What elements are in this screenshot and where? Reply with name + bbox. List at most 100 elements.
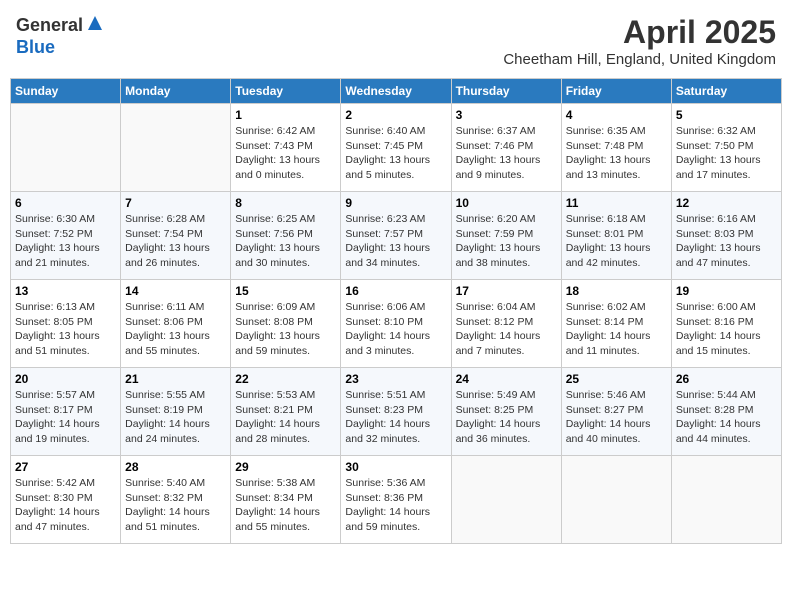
calendar-day-cell: 3 Sunrise: 6:37 AMSunset: 7:46 PMDaylight…	[451, 104, 561, 192]
calendar-day-cell: 27 Sunrise: 5:42 AMSunset: 8:30 PMDayligh…	[11, 456, 121, 544]
day-of-week-header: Wednesday	[341, 79, 451, 104]
day-info: Sunrise: 5:44 AMSunset: 8:28 PMDaylight:…	[676, 388, 777, 447]
day-number: 14	[125, 284, 226, 298]
day-info: Sunrise: 6:40 AMSunset: 7:45 PMDaylight:…	[345, 124, 446, 183]
calendar-day-cell: 20 Sunrise: 5:57 AMSunset: 8:17 PMDayligh…	[11, 368, 121, 456]
calendar-week-row: 20 Sunrise: 5:57 AMSunset: 8:17 PMDayligh…	[11, 368, 782, 456]
day-info: Sunrise: 5:53 AMSunset: 8:21 PMDaylight:…	[235, 388, 336, 447]
calendar-day-cell: 18Sunrise: 6:02 AMSunset: 8:14 PMDayligh…	[561, 280, 671, 368]
day-info: Sunrise: 5:36 AMSunset: 8:36 PMDaylight:…	[345, 476, 446, 535]
logo-blue: Blue	[16, 37, 55, 57]
day-number: 28	[125, 460, 226, 474]
calendar-day-cell: 23Sunrise: 5:51 AMSunset: 8:23 PMDayligh…	[341, 368, 451, 456]
day-number: 11	[566, 196, 667, 210]
day-info: Sunrise: 6:16 AMSunset: 8:03 PMDaylight:…	[676, 212, 777, 271]
day-info: Sunrise: 6:30 AMSunset: 7:52 PMDaylight:…	[15, 212, 116, 271]
calendar-day-cell: 4 Sunrise: 6:35 AMSunset: 7:48 PMDaylight…	[561, 104, 671, 192]
calendar-week-row: 6Sunrise: 6:30 AMSunset: 7:52 PMDaylight…	[11, 192, 782, 280]
day-of-week-header: Thursday	[451, 79, 561, 104]
calendar-day-cell: 9 Sunrise: 6:23 AMSunset: 7:57 PMDaylight…	[341, 192, 451, 280]
month-title: April 2025	[503, 14, 776, 51]
day-info: Sunrise: 6:00 AMSunset: 8:16 PMDaylight:…	[676, 300, 777, 359]
day-info: Sunrise: 6:37 AMSunset: 7:46 PMDaylight:…	[456, 124, 557, 183]
day-info: Sunrise: 5:42 AMSunset: 8:30 PMDaylight:…	[15, 476, 116, 535]
day-info: Sunrise: 6:23 AMSunset: 7:57 PMDaylight:…	[345, 212, 446, 271]
day-number: 9	[345, 196, 446, 210]
calendar-day-cell	[671, 456, 781, 544]
day-info: Sunrise: 5:40 AMSunset: 8:32 PMDaylight:…	[125, 476, 226, 535]
calendar-day-cell: 5Sunrise: 6:32 AMSunset: 7:50 PMDaylight…	[671, 104, 781, 192]
day-of-week-header: Friday	[561, 79, 671, 104]
day-number: 17	[456, 284, 557, 298]
logo-general: General	[16, 15, 83, 36]
calendar-day-cell	[451, 456, 561, 544]
calendar-day-cell: 12 Sunrise: 6:16 AMSunset: 8:03 PMDayligh…	[671, 192, 781, 280]
day-number: 2	[345, 108, 446, 122]
calendar-day-cell: 1 Sunrise: 6:42 AMSunset: 7:43 PMDaylight…	[231, 104, 341, 192]
day-info: Sunrise: 6:02 AMSunset: 8:14 PMDaylight:…	[566, 300, 667, 359]
day-number: 24	[456, 372, 557, 386]
calendar-day-cell	[11, 104, 121, 192]
day-number: 19	[676, 284, 777, 298]
day-info: Sunrise: 6:32 AMSunset: 7:50 PMDaylight:…	[676, 124, 777, 183]
calendar-week-row: 13 Sunrise: 6:13 AMSunset: 8:05 PMDayligh…	[11, 280, 782, 368]
day-number: 27	[15, 460, 116, 474]
day-info: Sunrise: 6:18 AMSunset: 8:01 PMDaylight:…	[566, 212, 667, 271]
calendar-week-row: 1 Sunrise: 6:42 AMSunset: 7:43 PMDaylight…	[11, 104, 782, 192]
calendar-week-row: 27 Sunrise: 5:42 AMSunset: 8:30 PMDayligh…	[11, 456, 782, 544]
day-number: 3	[456, 108, 557, 122]
day-info: Sunrise: 6:09 AMSunset: 8:08 PMDaylight:…	[235, 300, 336, 359]
day-number: 21	[125, 372, 226, 386]
day-number: 22	[235, 372, 336, 386]
day-info: Sunrise: 6:20 AMSunset: 7:59 PMDaylight:…	[456, 212, 557, 271]
day-of-week-header: Tuesday	[231, 79, 341, 104]
day-info: Sunrise: 6:13 AMSunset: 8:05 PMDaylight:…	[15, 300, 116, 359]
calendar-day-cell: 8 Sunrise: 6:25 AMSunset: 7:56 PMDaylight…	[231, 192, 341, 280]
logo-triangle	[86, 14, 104, 37]
calendar-day-cell: 7Sunrise: 6:28 AMSunset: 7:54 PMDaylight…	[121, 192, 231, 280]
title-block: April 2025 Cheetham Hill, England, Unite…	[503, 14, 776, 68]
day-info: Sunrise: 6:35 AMSunset: 7:48 PMDaylight:…	[566, 124, 667, 183]
calendar-day-cell: 19 Sunrise: 6:00 AMSunset: 8:16 PMDayligh…	[671, 280, 781, 368]
day-info: Sunrise: 6:04 AMSunset: 8:12 PMDaylight:…	[456, 300, 557, 359]
day-info: Sunrise: 6:11 AMSunset: 8:06 PMDaylight:…	[125, 300, 226, 359]
day-number: 1	[235, 108, 336, 122]
day-of-week-header: Sunday	[11, 79, 121, 104]
calendar-table: SundayMondayTuesdayWednesdayThursdayFrid…	[10, 78, 782, 544]
day-number: 30	[345, 460, 446, 474]
calendar-day-cell: 17 Sunrise: 6:04 AMSunset: 8:12 PMDayligh…	[451, 280, 561, 368]
calendar-day-cell: 25Sunrise: 5:46 AMSunset: 8:27 PMDayligh…	[561, 368, 671, 456]
calendar-day-cell: 30 Sunrise: 5:36 AMSunset: 8:36 PMDayligh…	[341, 456, 451, 544]
day-info: Sunrise: 5:46 AMSunset: 8:27 PMDaylight:…	[566, 388, 667, 447]
day-number: 13	[15, 284, 116, 298]
day-number: 23	[345, 372, 446, 386]
day-info: Sunrise: 5:38 AMSunset: 8:34 PMDaylight:…	[235, 476, 336, 535]
day-number: 10	[456, 196, 557, 210]
day-info: Sunrise: 6:06 AMSunset: 8:10 PMDaylight:…	[345, 300, 446, 359]
calendar-day-cell: 13 Sunrise: 6:13 AMSunset: 8:05 PMDayligh…	[11, 280, 121, 368]
day-number: 26	[676, 372, 777, 386]
location-title: Cheetham Hill, England, United Kingdom	[503, 51, 776, 68]
day-number: 12	[676, 196, 777, 210]
day-of-week-header: Monday	[121, 79, 231, 104]
calendar-day-cell: 15Sunrise: 6:09 AMSunset: 8:08 PMDayligh…	[231, 280, 341, 368]
day-number: 16	[345, 284, 446, 298]
day-of-week-header: Saturday	[671, 79, 781, 104]
calendar-day-cell: 29Sunrise: 5:38 AMSunset: 8:34 PMDayligh…	[231, 456, 341, 544]
calendar-day-cell: 14 Sunrise: 6:11 AMSunset: 8:06 PMDayligh…	[121, 280, 231, 368]
page-header: General Blue April 2025 Cheetham Hill, E…	[10, 10, 782, 72]
calendar-day-cell: 21 Sunrise: 5:55 AMSunset: 8:19 PMDayligh…	[121, 368, 231, 456]
calendar-day-cell: 16 Sunrise: 6:06 AMSunset: 8:10 PMDayligh…	[341, 280, 451, 368]
day-info: Sunrise: 6:42 AMSunset: 7:43 PMDaylight:…	[235, 124, 336, 183]
calendar-header-row: SundayMondayTuesdayWednesdayThursdayFrid…	[11, 79, 782, 104]
calendar-day-cell: 26 Sunrise: 5:44 AMSunset: 8:28 PMDayligh…	[671, 368, 781, 456]
calendar-day-cell: 6Sunrise: 6:30 AMSunset: 7:52 PMDaylight…	[11, 192, 121, 280]
day-info: Sunrise: 6:25 AMSunset: 7:56 PMDaylight:…	[235, 212, 336, 271]
day-number: 4	[566, 108, 667, 122]
calendar-day-cell: 2 Sunrise: 6:40 AMSunset: 7:45 PMDaylight…	[341, 104, 451, 192]
day-info: Sunrise: 5:55 AMSunset: 8:19 PMDaylight:…	[125, 388, 226, 447]
day-number: 8	[235, 196, 336, 210]
day-info: Sunrise: 5:57 AMSunset: 8:17 PMDaylight:…	[15, 388, 116, 447]
day-number: 20	[15, 372, 116, 386]
day-number: 7	[125, 196, 226, 210]
